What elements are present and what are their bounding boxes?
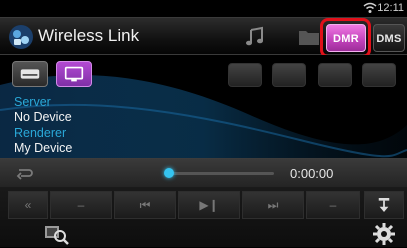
display-icon	[64, 66, 84, 82]
settings-button-disabled[interactable]	[318, 63, 352, 87]
music-note-icon[interactable]	[244, 26, 266, 48]
minus-left-button[interactable]: –	[50, 191, 112, 219]
minus-right-button[interactable]: –	[306, 191, 360, 219]
settings-icon[interactable]	[372, 222, 396, 246]
play-pause-button[interactable]: ▶❙	[178, 191, 240, 219]
info-button[interactable]	[272, 63, 306, 87]
progress-knob[interactable]	[164, 168, 174, 178]
server-label: Server	[14, 95, 51, 109]
dms-button[interactable]: DMS	[373, 24, 405, 52]
server-value: No Device	[14, 110, 72, 124]
storage-button[interactable]	[12, 61, 48, 87]
status-bar: 12:11	[0, 0, 407, 17]
transport-row: « – ⏮ ▶❙ ⏭ –	[0, 191, 407, 219]
bottom-row	[0, 222, 407, 248]
renderer-label: Renderer	[14, 126, 67, 140]
dmr-button[interactable]: DMR	[326, 24, 366, 52]
music-button-disabled[interactable]	[362, 63, 396, 87]
folder-icon[interactable]	[298, 28, 320, 46]
renderer-value: My Device	[14, 141, 73, 155]
transfer-button[interactable]	[364, 191, 404, 219]
next-track-button[interactable]: ⏭	[242, 191, 304, 219]
repeat-icon[interactable]	[16, 166, 34, 180]
transfer-icon	[378, 198, 390, 212]
progress-row: 0:00:00	[0, 159, 407, 187]
playback-controls: 0:00:00 « – ⏮ ▶❙ ⏭ –	[0, 158, 407, 247]
page-title: Wireless Link	[38, 26, 140, 45]
clock: 12:11	[377, 2, 404, 14]
wifi-icon	[363, 2, 377, 13]
progress-bar[interactable]	[168, 172, 274, 175]
storage-icon	[20, 69, 40, 79]
content-area: Server No Device Renderer My Device	[0, 55, 407, 158]
prev-folder-button[interactable]: «	[8, 191, 48, 219]
wireless-link-icon	[9, 25, 33, 49]
search-icon[interactable]	[42, 222, 70, 246]
prev-track-button[interactable]: ⏮	[114, 191, 176, 219]
elapsed-time: 0:00:00	[290, 166, 334, 181]
display-button[interactable]	[56, 61, 92, 87]
tag-button[interactable]	[228, 63, 262, 87]
